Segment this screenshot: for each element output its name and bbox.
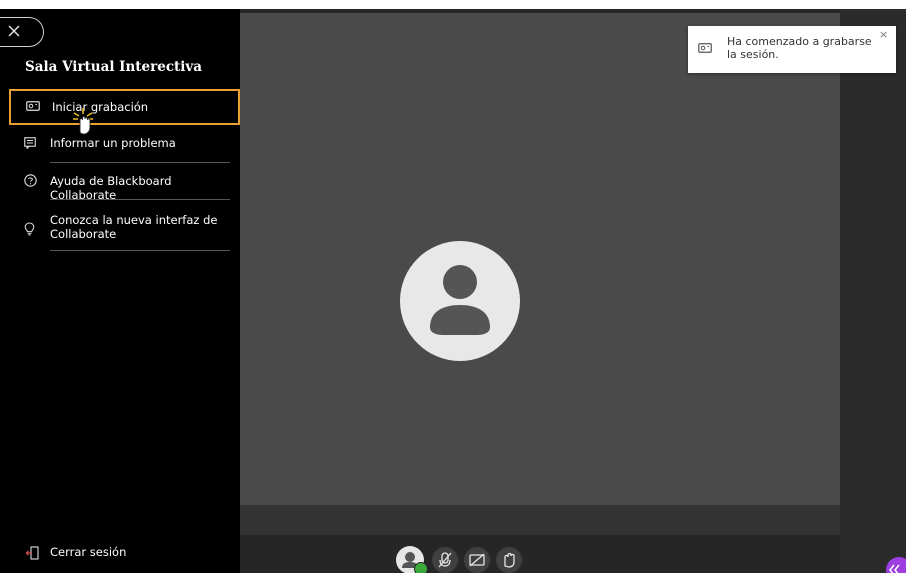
menu-divider [50, 162, 230, 163]
help-menu-item[interactable]: Ayuda de Blackboard Collaborate [0, 174, 240, 202]
right-gutter [840, 9, 906, 573]
report-problem-icon [24, 137, 36, 152]
user-silhouette-icon [430, 265, 490, 335]
logout-button[interactable]: Cerrar sesión [0, 537, 200, 567]
logout-icon [25, 546, 39, 563]
lightbulb-icon [24, 222, 35, 239]
presenter-avatar [400, 241, 520, 361]
status-badge [414, 562, 428, 573]
close-icon [8, 25, 20, 37]
menu-item-label: Conozca la nueva interfaz de Collaborate [50, 213, 218, 241]
raise-hand-icon [504, 552, 515, 568]
recording-icon [26, 100, 40, 114]
menu-item-label: Iniciar grabación [52, 100, 149, 114]
my-status-button[interactable] [396, 546, 428, 573]
double-chevron-left-icon [889, 564, 900, 573]
close-menu-button[interactable] [0, 17, 44, 47]
microphone-button[interactable] [432, 547, 458, 573]
stage-footer [240, 505, 840, 535]
report-problem-menu-item[interactable]: Informar un problema [0, 136, 240, 162]
recording-notification: Ha comenzado a grabarse la sesión. × [688, 26, 896, 73]
session-window: Ha comenzado a grabarse la sesión. × Sal… [0, 9, 906, 573]
menu-divider [50, 250, 230, 251]
hand-cursor-icon [70, 106, 98, 140]
microphone-off-icon [438, 552, 452, 568]
camera-button[interactable] [464, 547, 490, 573]
help-icon [24, 174, 37, 190]
recording-icon [698, 38, 712, 57]
menu-item-label: Informar un problema [50, 136, 176, 150]
menu-divider [50, 199, 230, 200]
menu-item-label: Ayuda de Blackboard Collaborate [50, 174, 172, 202]
raise-hand-button[interactable] [496, 547, 522, 573]
notification-message: Ha comenzado a grabarse la sesión. [727, 35, 872, 61]
session-title: Sala Virtual Interectiva [25, 59, 203, 75]
close-notification-button[interactable]: × [879, 28, 888, 41]
camera-off-icon [469, 553, 485, 567]
session-menu: Sala Virtual Interectiva Iniciar grabaci… [0, 9, 240, 573]
logout-label: Cerrar sesión [50, 545, 127, 559]
main-stage [240, 13, 840, 505]
start-recording-menu-item[interactable]: Iniciar grabación [9, 89, 240, 125]
new-interface-menu-item[interactable]: Conozca la nueva interfaz de Collaborate [0, 213, 240, 247]
